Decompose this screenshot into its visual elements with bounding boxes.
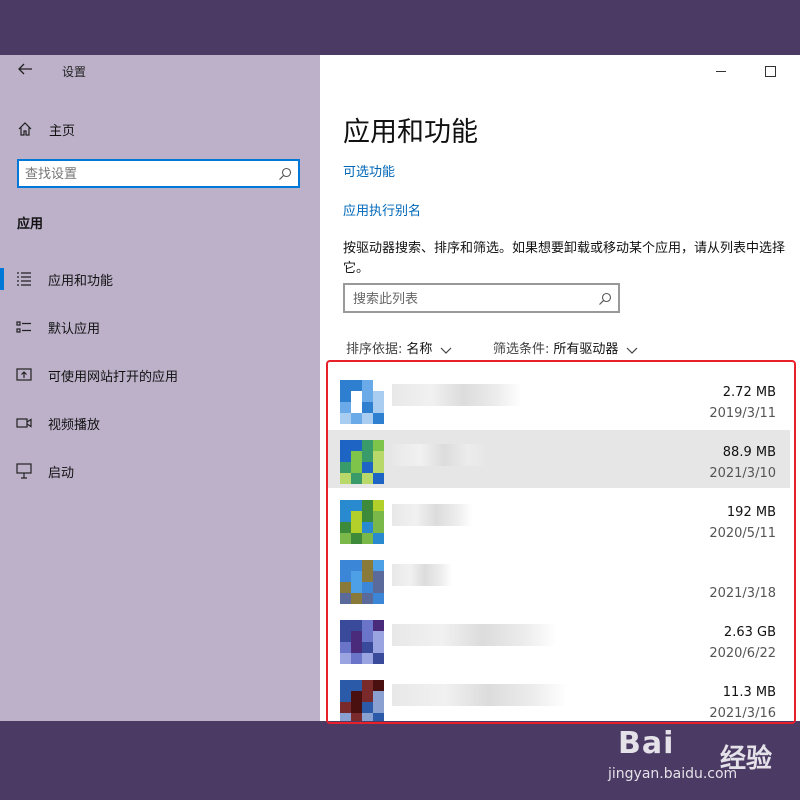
sort-label: 排序依据: <box>346 342 403 357</box>
app-list-item[interactable]: 88.9 MB 2021/3/10 <box>326 430 790 488</box>
search-icon[interactable] <box>278 166 292 180</box>
sidebar-item-label: 视频播放 <box>48 418 101 433</box>
settings-search-box[interactable] <box>17 159 300 188</box>
filter-value: 所有驱动器 <box>553 342 619 357</box>
app-list-item[interactable]: 2.63 GB 2020/6/22 <box>326 610 790 668</box>
maximize-button[interactable] <box>765 66 776 77</box>
apps-for-websites-icon <box>16 367 34 383</box>
sidebar: 设置 主页 应用 应用和功能 默认应用 <box>0 55 320 721</box>
sidebar-item-label: 应用和功能 <box>48 274 114 289</box>
app-icon <box>340 440 384 484</box>
app-aliases-link[interactable]: 应用执行别名 <box>343 200 421 219</box>
app-install-date: 2020/5/11 <box>709 526 776 541</box>
settings-search-input[interactable] <box>25 165 270 183</box>
window-title: 设置 <box>62 65 87 79</box>
sidebar-item-apps-features[interactable]: 应用和功能 <box>0 265 320 293</box>
search-icon[interactable] <box>598 291 612 305</box>
video-playback-icon <box>16 415 34 431</box>
app-size: 11.3 MB <box>722 685 776 700</box>
app-name-redacted <box>392 444 487 466</box>
startup-icon <box>16 463 34 479</box>
app-size: 192 MB <box>726 505 776 520</box>
watermark-brand: Bai <box>618 726 675 761</box>
app-size: 2.72 MB <box>722 385 776 400</box>
app-install-date: 2020/6/22 <box>709 646 776 661</box>
back-arrow-icon[interactable] <box>14 61 36 81</box>
settings-window: 设置 主页 应用 应用和功能 默认应用 <box>0 55 800 721</box>
app-name-redacted <box>392 504 472 526</box>
sidebar-item-video-playback[interactable]: 视频播放 <box>0 409 320 437</box>
apps-features-icon <box>16 271 34 287</box>
watermark-url: jingyan.baidu.com <box>608 766 738 782</box>
filter-dropdown[interactable]: 筛选条件: 所有驱动器 <box>493 338 638 357</box>
app-name-redacted <box>392 624 557 646</box>
sort-value: 名称 <box>406 342 433 357</box>
selected-indicator <box>0 268 4 290</box>
app-list-search-box[interactable] <box>343 283 620 313</box>
main-content: 应用和功能 可选功能 应用执行别名 按驱动器搜索、排序和筛选。如果想要卸载或移动… <box>320 55 800 721</box>
sidebar-item-label: 启动 <box>48 466 75 481</box>
app-icon <box>340 380 384 424</box>
app-name-redacted <box>392 384 522 406</box>
sidebar-home[interactable]: 主页 <box>16 119 75 139</box>
chevron-down-icon <box>626 344 638 354</box>
optional-features-link[interactable]: 可选功能 <box>343 161 395 180</box>
home-icon <box>16 120 34 138</box>
app-size: 88.9 MB <box>722 445 776 460</box>
home-label: 主页 <box>49 123 76 139</box>
sort-dropdown[interactable]: 排序依据: 名称 <box>346 338 452 357</box>
minimize-button[interactable] <box>716 71 726 72</box>
sidebar-item-label: 可使用网站打开的应用 <box>48 370 179 385</box>
default-apps-icon <box>16 319 34 335</box>
app-icon <box>340 680 384 721</box>
sidebar-item-default-apps[interactable]: 默认应用 <box>0 313 320 341</box>
app-size: 2.63 GB <box>723 625 776 640</box>
app-name-redacted <box>392 684 567 706</box>
app-install-date: 2021/3/10 <box>709 466 776 481</box>
app-icon <box>340 620 384 664</box>
app-install-date: 2019/3/11 <box>709 406 776 421</box>
chevron-down-icon <box>440 344 452 354</box>
app-install-date: 2021/3/18 <box>709 586 776 601</box>
page-title: 应用和功能 <box>343 117 478 148</box>
app-icon <box>340 560 384 604</box>
section-heading-apps: 应用 <box>17 217 44 232</box>
app-list-item[interactable]: 2021/3/18 <box>326 550 790 608</box>
sidebar-item-apps-for-websites[interactable]: 可使用网站打开的应用 <box>0 361 320 389</box>
baidu-jingyan-watermark: Bai 经验 jingyan.baidu.com <box>600 710 790 790</box>
filter-label: 筛选条件: <box>493 342 550 357</box>
description-text: 按驱动器搜索、排序和筛选。如果想要卸载或移动某个应用，请从列表中选择它。 <box>343 241 786 276</box>
app-list-search-input[interactable] <box>353 290 583 308</box>
app-list-item[interactable]: 192 MB 2020/5/11 <box>326 490 790 548</box>
sidebar-item-label: 默认应用 <box>48 322 101 337</box>
app-list: 2.72 MB 2019/3/11 88.9 MB 2021/3/10 192 … <box>326 360 796 721</box>
app-list-item[interactable]: 2.72 MB 2019/3/11 <box>326 370 790 428</box>
app-icon <box>340 500 384 544</box>
app-name-redacted <box>392 564 452 586</box>
sidebar-item-startup[interactable]: 启动 <box>0 457 320 485</box>
